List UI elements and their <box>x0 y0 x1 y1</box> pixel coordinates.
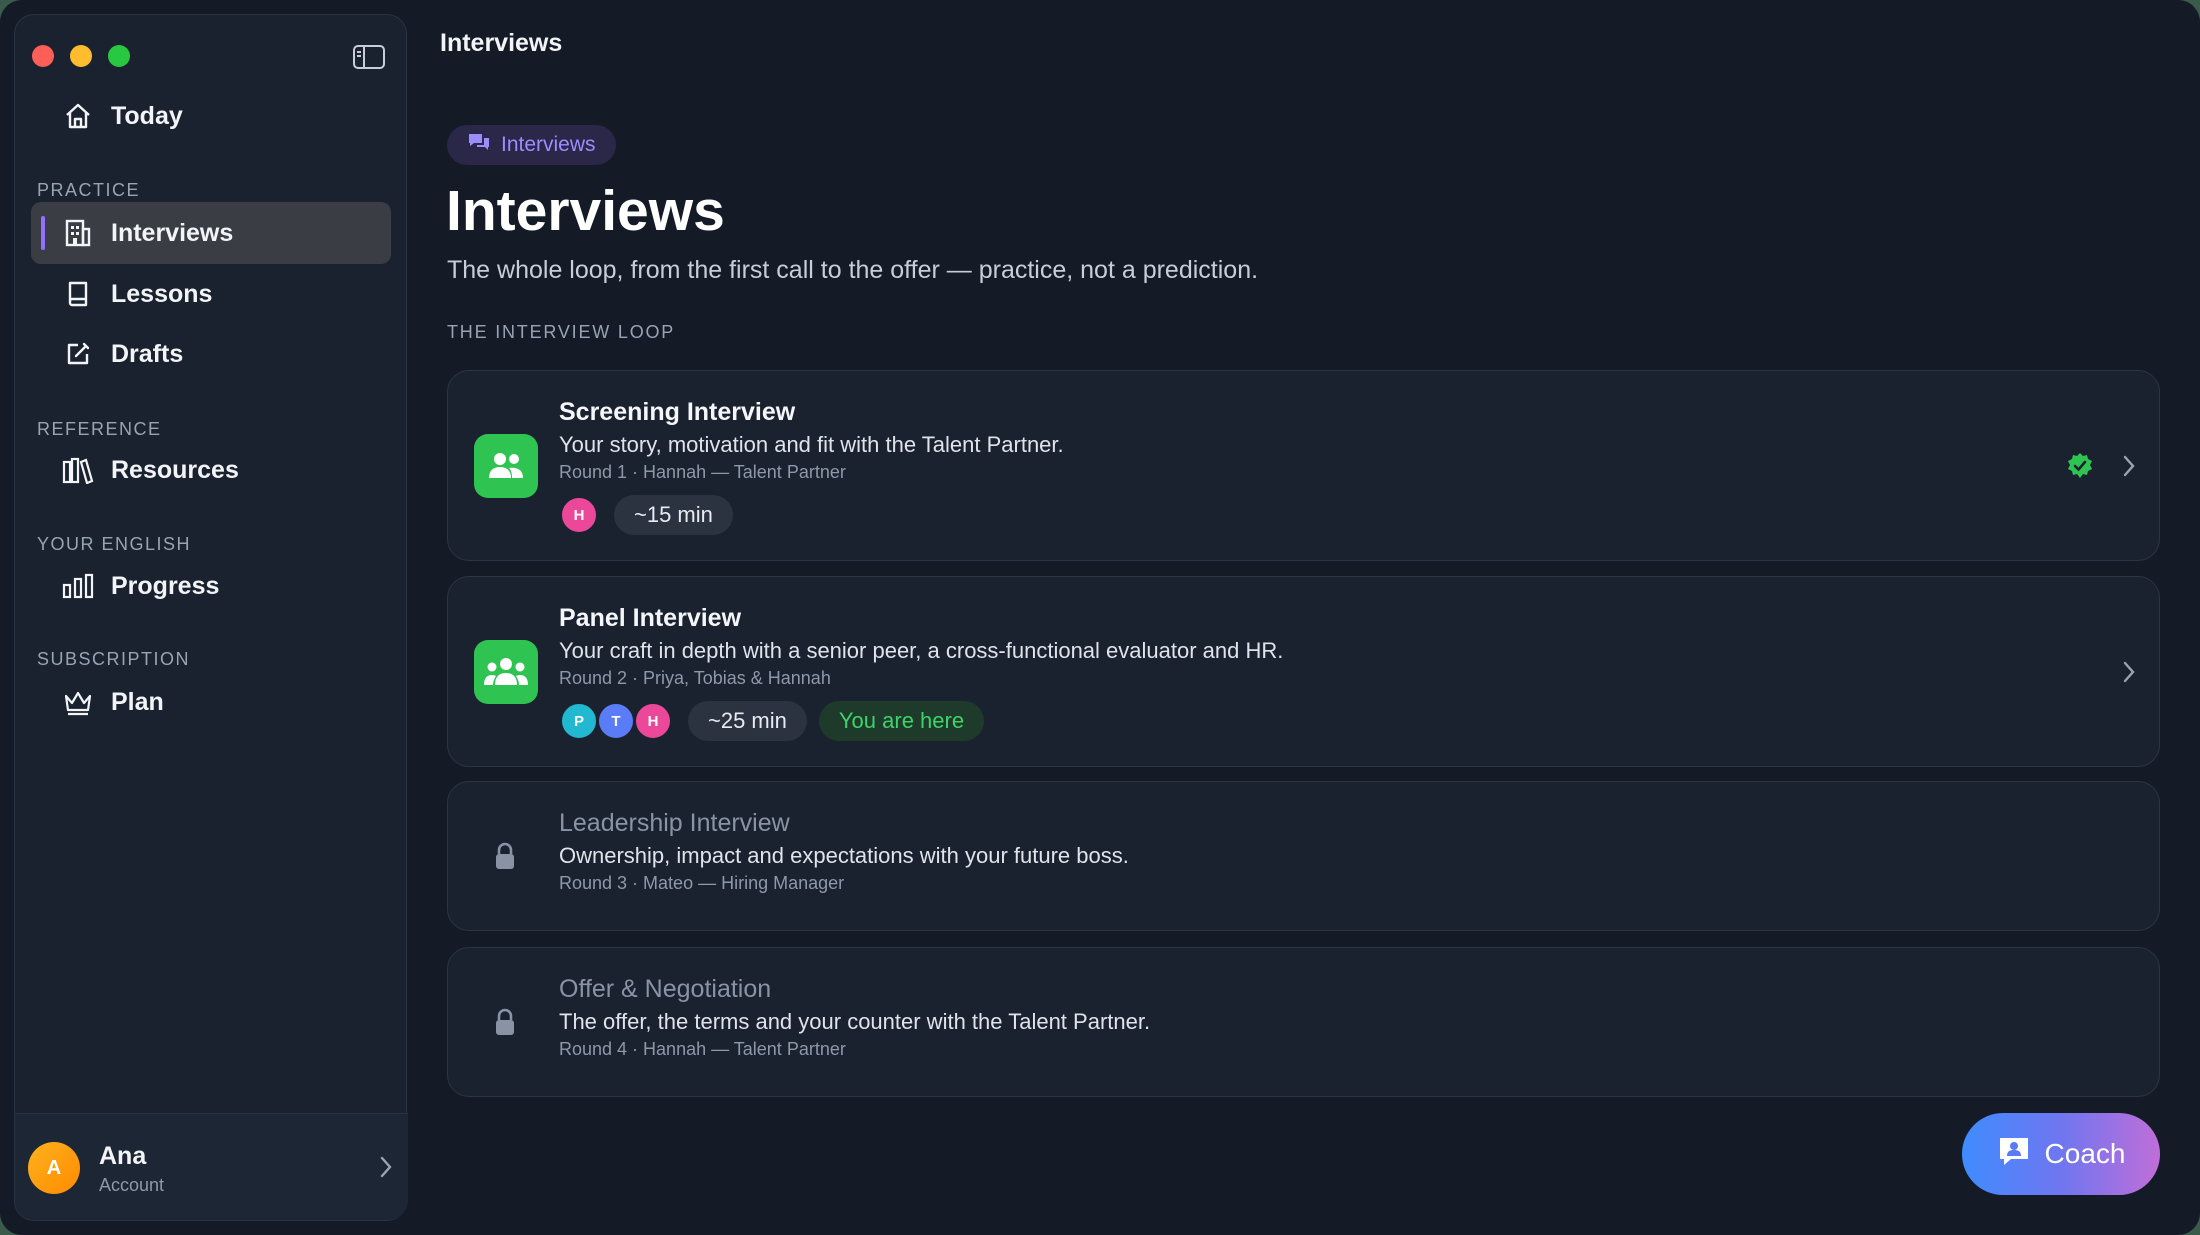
zoom-window-button[interactable] <box>108 45 130 67</box>
card-description: Your story, motivation and fit with the … <box>559 432 1064 457</box>
card-meta: Round 3 · Mateo — Hiring Manager <box>559 873 845 893</box>
participant-avatars: P T H <box>559 701 673 741</box>
sidebar-item-plan[interactable]: Plan <box>31 671 391 733</box>
account-subtitle: Account <box>99 1175 165 1195</box>
people-icon <box>474 434 538 498</box>
sidebar-item-label: Progress <box>111 571 220 600</box>
verified-check-icon <box>2065 451 2095 486</box>
sidebar-toggle-icon[interactable] <box>352 43 386 71</box>
coach-label: Coach <box>2044 1138 2126 1169</box>
section-label-practice: PRACTICE <box>37 180 141 200</box>
lock-icon <box>494 841 516 876</box>
sidebar-item-progress[interactable]: Progress <box>31 555 391 617</box>
window-controls <box>32 45 130 67</box>
section-chip: Interviews <box>447 125 616 165</box>
sidebar-item-drafts[interactable]: Drafts <box>31 323 391 385</box>
card-meta: Round 4 · Hannah — Talent Partner <box>559 1039 846 1059</box>
duration-pill: ~15 min <box>614 495 733 535</box>
card-meta: Round 2 · Priya, Tobias & Hannah <box>559 668 831 688</box>
card-title: Leadership Interview <box>559 809 790 837</box>
window-title: Interviews <box>440 29 563 57</box>
you-are-here-badge: You are here <box>818 701 985 741</box>
sidebar-item-label: Resources <box>111 455 239 484</box>
interview-card-screening[interactable]: Screening Interview Your story, motivati… <box>447 370 2160 561</box>
account-button[interactable]: A Ana Account <box>15 1113 408 1220</box>
loop-section-label: THE INTERVIEW LOOP <box>447 322 676 342</box>
interview-card-offer[interactable]: Offer & Negotiation The offer, the terms… <box>447 947 2160 1097</box>
section-label-reference: REFERENCE <box>37 419 162 439</box>
card-description: Your craft in depth with a senior peer, … <box>559 638 1284 663</box>
coach-chat-icon <box>1997 1135 2031 1174</box>
page-title: Interviews <box>446 179 725 243</box>
group-icon <box>474 640 538 704</box>
home-icon <box>61 99 95 133</box>
avatar: P <box>559 701 599 741</box>
sidebar-item-label: Today <box>111 101 183 130</box>
sidebar-item-today[interactable]: Today <box>31 85 391 147</box>
card-title: Panel Interview <box>559 604 742 632</box>
bar-chart-icon <box>61 569 95 603</box>
participant-avatars: H <box>559 495 599 535</box>
card-description: Ownership, impact and expectations with … <box>559 843 1129 868</box>
building-icon <box>61 216 95 250</box>
sidebar-item-interviews[interactable]: Interviews <box>31 202 391 264</box>
avatar: A <box>28 1142 80 1194</box>
section-label-your-english: YOUR ENGLISH <box>37 534 192 554</box>
card-meta: Round 1 · Hannah — Talent Partner <box>559 462 846 482</box>
close-window-button[interactable] <box>32 45 54 67</box>
chat-bubbles-icon <box>467 132 491 158</box>
avatar: H <box>633 701 673 741</box>
page-subtitle: The whole loop, from the first call to t… <box>447 256 1259 284</box>
card-title: Screening Interview <box>559 398 796 426</box>
sidebar-item-label: Interviews <box>111 218 234 247</box>
sidebar-item-label: Lessons <box>111 279 213 308</box>
sidebar-item-lessons[interactable]: Lessons <box>31 263 391 325</box>
chevron-right-icon <box>2121 659 2137 690</box>
section-label-subscription: SUBSCRIPTION <box>37 649 191 669</box>
interview-card-leadership[interactable]: Leadership Interview Ownership, impact a… <box>447 781 2160 931</box>
coach-button[interactable]: Coach <box>1962 1113 2160 1195</box>
chevron-right-icon <box>2121 453 2137 484</box>
edit-icon <box>61 337 95 371</box>
chip-label: Interviews <box>501 133 596 156</box>
lock-icon <box>494 1007 516 1042</box>
sidebar-item-resources[interactable]: Resources <box>31 439 391 501</box>
chevron-right-icon <box>378 1154 394 1185</box>
minimize-window-button[interactable] <box>70 45 92 67</box>
avatar: T <box>596 701 636 741</box>
avatar: H <box>559 495 599 535</box>
duration-pill: ~25 min <box>688 701 807 741</box>
crown-icon <box>61 685 95 719</box>
card-description: The offer, the terms and your counter wi… <box>559 1009 1151 1034</box>
sidebar-item-label: Drafts <box>111 339 184 368</box>
book-icon <box>61 277 95 311</box>
app-window: Today PRACTICE Interviews Lessons Drafts… <box>0 0 2200 1235</box>
account-name: Ana <box>99 1142 147 1170</box>
interview-card-panel[interactable]: Panel Interview Your craft in depth with… <box>447 576 2160 767</box>
sidebar: Today PRACTICE Interviews Lessons Drafts… <box>14 14 408 1221</box>
sidebar-item-label: Plan <box>111 687 164 716</box>
card-title: Offer & Negotiation <box>559 975 772 1003</box>
card-details: H ~15 min <box>559 495 733 535</box>
card-details: P T H ~25 min You are here <box>559 701 985 741</box>
library-icon <box>61 453 95 487</box>
